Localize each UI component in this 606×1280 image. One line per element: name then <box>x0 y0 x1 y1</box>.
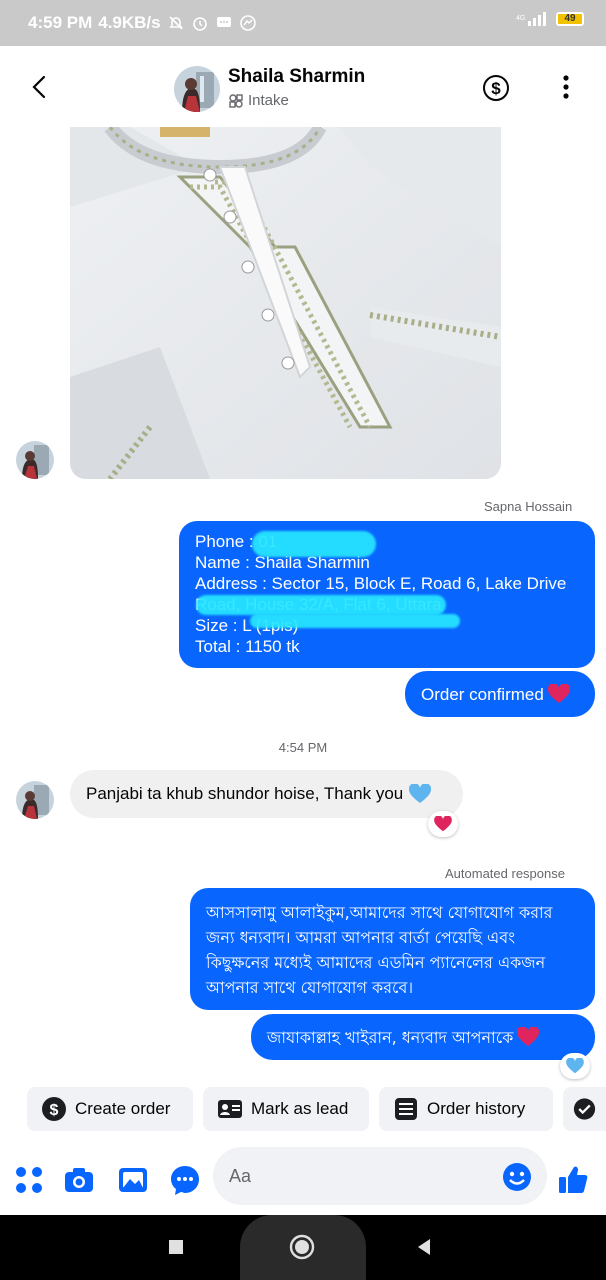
incoming-message-bubble[interactable]: Panjabi ta khub shundor hoise, Thank you <box>70 770 463 818</box>
order-history-label: Order history <box>427 1099 526 1118</box>
signal-icon: 4G <box>516 12 546 26</box>
contact-status: Intake <box>228 92 289 109</box>
network-speed: 4.9KB/s <box>98 13 161 32</box>
contact-card-icon <box>218 1100 242 1118</box>
reaction-badge[interactable] <box>560 1053 590 1079</box>
mute-icon <box>168 16 183 30</box>
mark-as-lead-button[interactable]: Mark as lead <box>203 1087 369 1131</box>
checkmark-icon <box>573 1098 596 1120</box>
reaction-badge[interactable] <box>428 811 458 837</box>
heart-icon <box>517 1027 540 1046</box>
list-icon <box>395 1098 417 1120</box>
recent-apps-icon[interactable] <box>166 1237 186 1257</box>
menu-grid-icon[interactable] <box>12 1163 46 1197</box>
gallery-icon[interactable] <box>116 1163 150 1197</box>
status-time: 4:59 PM <box>28 13 93 32</box>
back-triangle-icon[interactable] <box>414 1237 434 1257</box>
order-name: Name : Shaila Sharmin <box>195 553 370 572</box>
more-options-icon[interactable] <box>556 72 576 102</box>
heart-icon <box>547 684 570 703</box>
chat-header: Shaila Sharmin Intake $ <box>0 46 606 130</box>
order-confirmed-bubble[interactable]: Order confirmed <box>405 671 595 717</box>
product-image[interactable] <box>70 127 501 479</box>
blue-heart-icon <box>409 784 432 803</box>
thanks-reply-bubble[interactable]: জাযাকাল্লাহ খাইরান, ধন্যবাদ আপনাকে <box>251 1014 595 1060</box>
sender-label: Sapna Hossain <box>484 499 573 514</box>
message-timestamp: 4:54 PM <box>278 740 328 755</box>
message-icon <box>216 17 231 27</box>
status-bar-right: 4G 49 <box>516 12 584 26</box>
create-order-label: Create order <box>75 1099 171 1118</box>
mark-as-lead-label: Mark as lead <box>251 1099 349 1118</box>
svg-text:$: $ <box>491 79 501 98</box>
redaction-mark <box>252 531 376 557</box>
svg-text:4G: 4G <box>516 15 525 22</box>
heart-icon <box>434 816 452 832</box>
thanks-reply-text: জাযাকাল্লাহ খাইরান, ধন্যবাদ আপনাকে <box>267 1027 514 1047</box>
svg-text:$: $ <box>50 1102 59 1119</box>
more-actions-button[interactable] <box>563 1087 606 1131</box>
redaction-mark <box>250 614 460 628</box>
alarm-icon <box>192 17 207 31</box>
thumbs-up-icon[interactable] <box>556 1163 590 1197</box>
status-bar-left: 4:59 PM 4.9KB/s <box>28 13 257 33</box>
auto-reply-text: আসসালামু আলাইকুম,আমাদের সাথে যোগাযোগ করা… <box>206 903 553 997</box>
create-order-button[interactable]: $ Create order <box>27 1087 193 1131</box>
messenger-notification-icon <box>239 15 256 31</box>
order-confirmed-text: Order confirmed <box>421 684 544 704</box>
avatar[interactable] <box>16 781 54 819</box>
status-bar: 4:59 PM 4.9KB/s 4G 49 <box>0 0 606 46</box>
battery-indicator: 49 <box>556 12 584 26</box>
camera-icon[interactable] <box>62 1163 96 1197</box>
system-navigation-bar <box>0 1215 606 1280</box>
incoming-message-text: Panjabi ta khub shundor hoise, Thank you <box>86 784 404 803</box>
dollar-icon[interactable]: $ <box>482 74 510 102</box>
message-input[interactable] <box>213 1147 547 1205</box>
order-total: Total : 1150 tk <box>195 637 300 656</box>
order-history-button[interactable]: Order history <box>379 1087 553 1131</box>
blue-heart-icon <box>566 1058 584 1074</box>
order-address: Address : Sector 15, Block E, Road 6, La… <box>195 574 567 593</box>
home-icon[interactable] <box>288 1233 316 1261</box>
avatar[interactable] <box>16 441 54 479</box>
back-arrow-icon[interactable] <box>24 72 54 102</box>
automated-response-label: Automated response <box>445 866 565 881</box>
redaction-mark <box>196 595 446 615</box>
dollar-icon: $ <box>42 1097 66 1121</box>
intake-icon <box>229 93 243 108</box>
chat-bubble-icon[interactable] <box>168 1163 202 1197</box>
avatar[interactable] <box>174 66 220 112</box>
contact-subtitle: Intake <box>248 92 289 109</box>
message-composer <box>0 1145 606 1215</box>
auto-reply-bubble[interactable]: আসসালামু আলাইকুম,আমাদের সাথে যোগাযোগ করা… <box>190 888 595 1010</box>
contact-name[interactable]: Shaila Sharmin <box>228 66 365 88</box>
emoji-icon[interactable] <box>500 1160 534 1194</box>
